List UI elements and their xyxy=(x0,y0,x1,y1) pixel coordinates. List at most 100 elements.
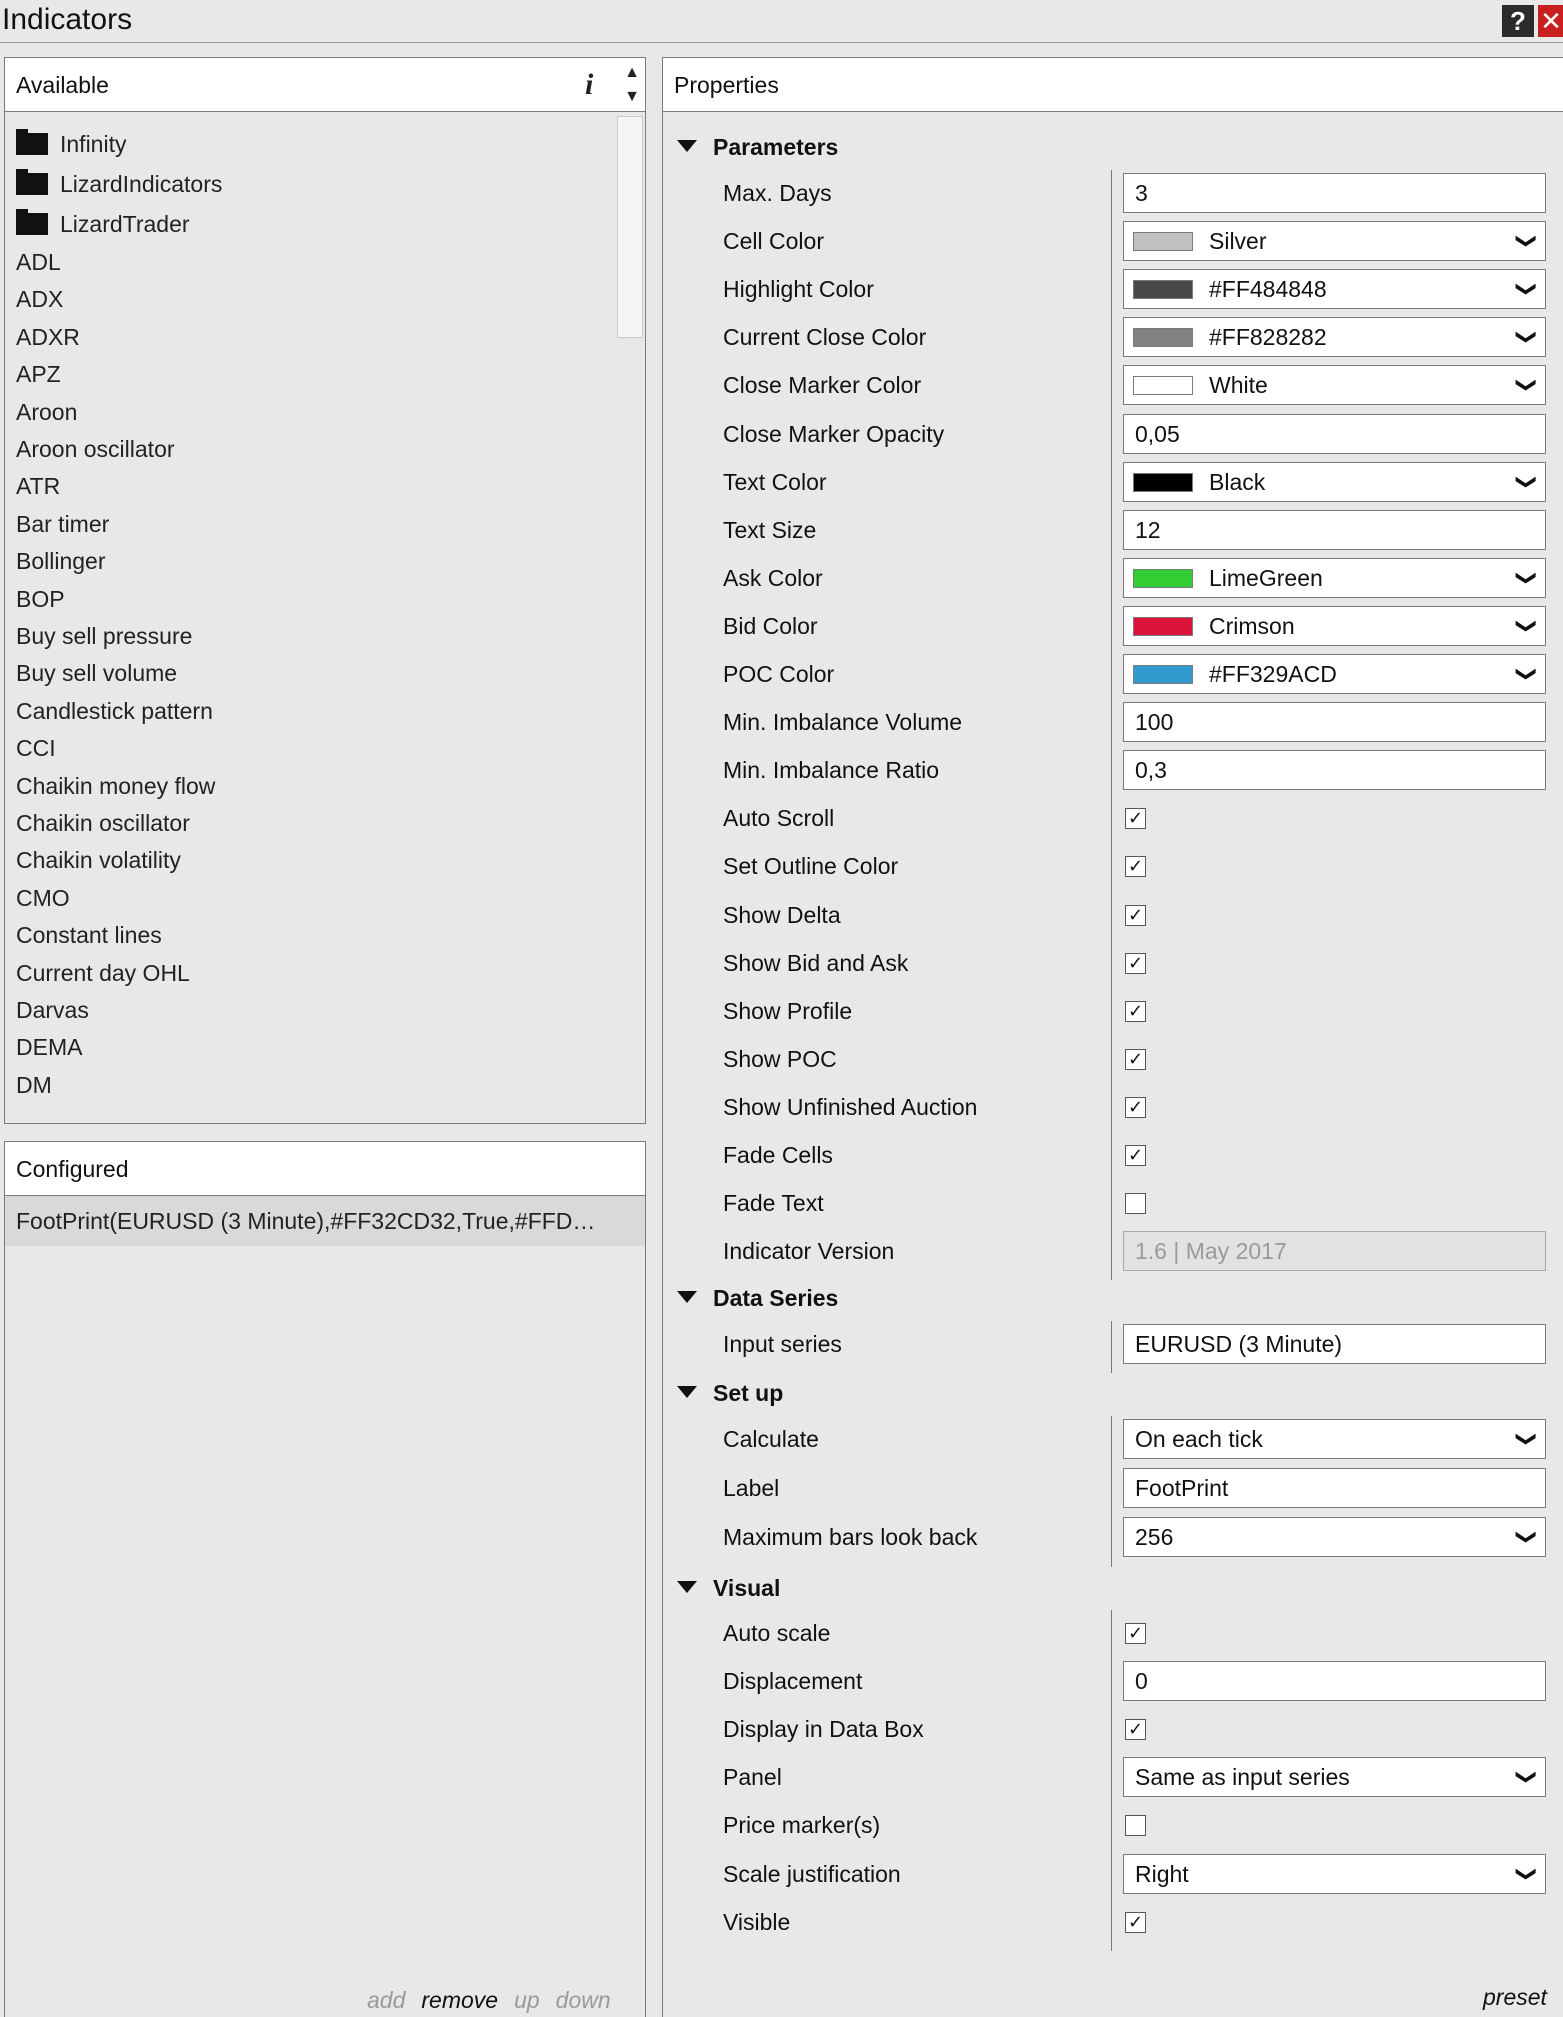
folder-item[interactable]: Infinity xyxy=(16,126,126,163)
chevron-down-icon[interactable]: ❯ xyxy=(1508,377,1545,394)
input-displacement[interactable]: 0 xyxy=(1123,1661,1546,1702)
checkbox-set-outline-color[interactable]: ✓ xyxy=(1125,856,1146,878)
input-text-color[interactable]: Black ❯ xyxy=(1123,461,1546,502)
indicator-list-item[interactable]: Aroon oscillator xyxy=(16,431,175,468)
indicator-list-item[interactable]: BOP xyxy=(16,581,65,618)
indicator-list-item[interactable]: Buy sell volume xyxy=(16,655,177,692)
close-button[interactable]: ✕ xyxy=(1538,5,1563,37)
collapse-triangle-icon[interactable] xyxy=(677,1291,697,1303)
indicator-list-item[interactable]: Darvas xyxy=(16,992,89,1029)
chevron-down-icon[interactable]: ❯ xyxy=(1508,329,1545,346)
input-text-size[interactable]: 12 xyxy=(1123,509,1546,550)
add-button[interactable]: add xyxy=(367,1987,405,2013)
indicator-list-item[interactable]: Current day OHL xyxy=(16,955,190,992)
chevron-down-icon[interactable]: ❯ xyxy=(1508,618,1545,635)
chevron-down-icon[interactable]: ❯ xyxy=(1508,666,1545,683)
indicator-list-item[interactable]: Buy sell pressure xyxy=(16,618,192,655)
configured-indicator-item[interactable]: FootPrint(EURUSD (3 Minute),#FF32CD32,Tr… xyxy=(5,1196,645,1246)
property-label-fade-cells: Fade Cells xyxy=(723,1142,833,1168)
help-button[interactable]: ? xyxy=(1502,5,1534,37)
indicator-list-item[interactable]: ATR xyxy=(16,468,60,505)
section-data-series[interactable]: Data Series xyxy=(677,1278,838,1318)
chevron-down-icon[interactable]: ❯ xyxy=(1508,1529,1545,1546)
input-panel[interactable]: Same as input series ❯ xyxy=(1123,1757,1546,1798)
chevron-down-icon[interactable]: ❯ xyxy=(1508,1431,1545,1448)
input-input-series[interactable]: EURUSD (3 Minute) xyxy=(1123,1324,1546,1364)
folder-item[interactable]: LizardIndicators xyxy=(16,166,222,203)
color-swatch xyxy=(1133,472,1193,492)
checkbox-auto-scale[interactable]: ✓ xyxy=(1125,1623,1146,1644)
indicator-list-item[interactable]: Candlestick pattern xyxy=(16,693,213,730)
scroll-up-arrow-icon[interactable]: ▲ xyxy=(621,62,643,84)
checkbox-visible[interactable]: ✓ xyxy=(1125,1911,1146,1933)
input-close-marker-opacity[interactable]: 0,05 xyxy=(1123,413,1546,454)
indicator-list-item[interactable]: DM xyxy=(16,1067,52,1104)
checkbox-show-delta[interactable]: ✓ xyxy=(1125,904,1146,926)
checkbox-price-marker-s[interactable] xyxy=(1125,1815,1146,1837)
checkbox-display-in-data-box[interactable]: ✓ xyxy=(1125,1719,1146,1741)
folder-item[interactable]: LizardTrader xyxy=(16,206,190,243)
move-down-button[interactable]: down xyxy=(556,1987,611,2013)
input-bid-color[interactable]: Crimson ❯ xyxy=(1123,605,1546,646)
remove-button[interactable]: remove xyxy=(421,1987,498,2013)
input-current-close-color[interactable]: #FF828282 ❯ xyxy=(1123,317,1546,358)
property-label-close-marker-color: Close Marker Color xyxy=(723,372,922,399)
input-min-imbalance-volume[interactable]: 100 xyxy=(1123,702,1546,743)
indicator-list-item[interactable]: CCI xyxy=(16,730,56,767)
move-up-button[interactable]: up xyxy=(514,1987,540,2013)
input-calculate[interactable]: On each tick ❯ xyxy=(1123,1419,1546,1459)
indicator-list-item[interactable]: Chaikin volatility xyxy=(16,842,181,879)
indicator-list-item[interactable]: Chaikin money flow xyxy=(16,768,215,805)
property-label-visible: Visible xyxy=(723,1908,791,1935)
indicator-list-item[interactable]: DEMA xyxy=(16,1029,82,1066)
indicator-list-item[interactable]: Aroon xyxy=(16,394,77,431)
indicator-list-item[interactable]: Chaikin oscillator xyxy=(16,805,190,842)
chevron-down-icon[interactable]: ❯ xyxy=(1508,1865,1545,1882)
checkbox-fade-cells[interactable]: ✓ xyxy=(1125,1145,1146,1166)
input-min-imbalance-ratio[interactable]: 0,3 xyxy=(1123,750,1546,791)
indicator-list-item[interactable]: Bollinger xyxy=(16,543,106,580)
section-setup[interactable]: Set up xyxy=(677,1373,783,1413)
chevron-down-icon[interactable]: ❯ xyxy=(1508,473,1545,490)
property-label-bid-color: Bid Color xyxy=(723,612,818,639)
input-highlight-color[interactable]: #FF484848 ❯ xyxy=(1123,269,1546,310)
input-close-marker-color[interactable]: White ❯ xyxy=(1123,365,1546,406)
preset-button[interactable]: preset xyxy=(1483,1984,1547,2011)
info-icon[interactable]: i xyxy=(585,58,593,112)
checkbox-show-unfinished-auction[interactable]: ✓ xyxy=(1125,1096,1146,1118)
input-scale-justification[interactable]: Right ❯ xyxy=(1123,1853,1546,1894)
chevron-down-icon[interactable]: ❯ xyxy=(1508,1769,1545,1786)
collapse-triangle-icon[interactable] xyxy=(677,1581,697,1593)
indicator-list-item[interactable]: ADXR xyxy=(16,319,80,356)
indicator-list-item[interactable]: CMO xyxy=(16,880,70,917)
input-label[interactable]: FootPrint xyxy=(1123,1468,1546,1508)
input-maximum-bars-look-back[interactable]: 256 ❯ xyxy=(1123,1517,1546,1557)
chevron-down-icon[interactable]: ❯ xyxy=(1508,233,1545,250)
section-label: Parameters xyxy=(713,134,839,160)
scrollbar-thumb[interactable] xyxy=(617,116,643,338)
input-poc-color[interactable]: #FF329ACD ❯ xyxy=(1123,654,1546,694)
checkbox-show-profile[interactable]: ✓ xyxy=(1125,1000,1146,1022)
scroll-down-arrow-icon[interactable]: ▼ xyxy=(621,86,643,108)
field-value: EURUSD (3 Minute) xyxy=(1135,1331,1343,1357)
collapse-triangle-icon[interactable] xyxy=(677,140,697,152)
chevron-down-icon[interactable]: ❯ xyxy=(1508,281,1545,298)
folder-icon xyxy=(16,209,48,235)
checkbox-auto-scroll[interactable]: ✓ xyxy=(1125,808,1146,830)
indicator-list-item[interactable]: ADX xyxy=(16,281,63,318)
input-max-days[interactable]: 3 xyxy=(1123,173,1546,213)
section-parameters[interactable]: Parameters xyxy=(677,127,838,167)
input-ask-color[interactable]: LimeGreen ❯ xyxy=(1123,557,1546,598)
indicator-list-item[interactable]: Bar timer xyxy=(16,506,109,543)
indicator-list-item[interactable]: Constant lines xyxy=(16,917,162,954)
section-label: Set up xyxy=(713,1380,784,1406)
checkbox-show-poc[interactable]: ✓ xyxy=(1125,1048,1146,1070)
chevron-down-icon[interactable]: ❯ xyxy=(1508,569,1545,586)
collapse-triangle-icon[interactable] xyxy=(677,1386,697,1398)
input-cell-color[interactable]: Silver ❯ xyxy=(1123,221,1546,262)
section-visual[interactable]: Visual xyxy=(677,1568,780,1608)
indicator-list-item[interactable]: APZ xyxy=(16,356,61,393)
checkbox-show-bid-and-ask[interactable]: ✓ xyxy=(1125,952,1146,974)
checkbox-fade-text[interactable] xyxy=(1125,1193,1146,1215)
indicator-list-item[interactable]: ADL xyxy=(16,244,61,281)
